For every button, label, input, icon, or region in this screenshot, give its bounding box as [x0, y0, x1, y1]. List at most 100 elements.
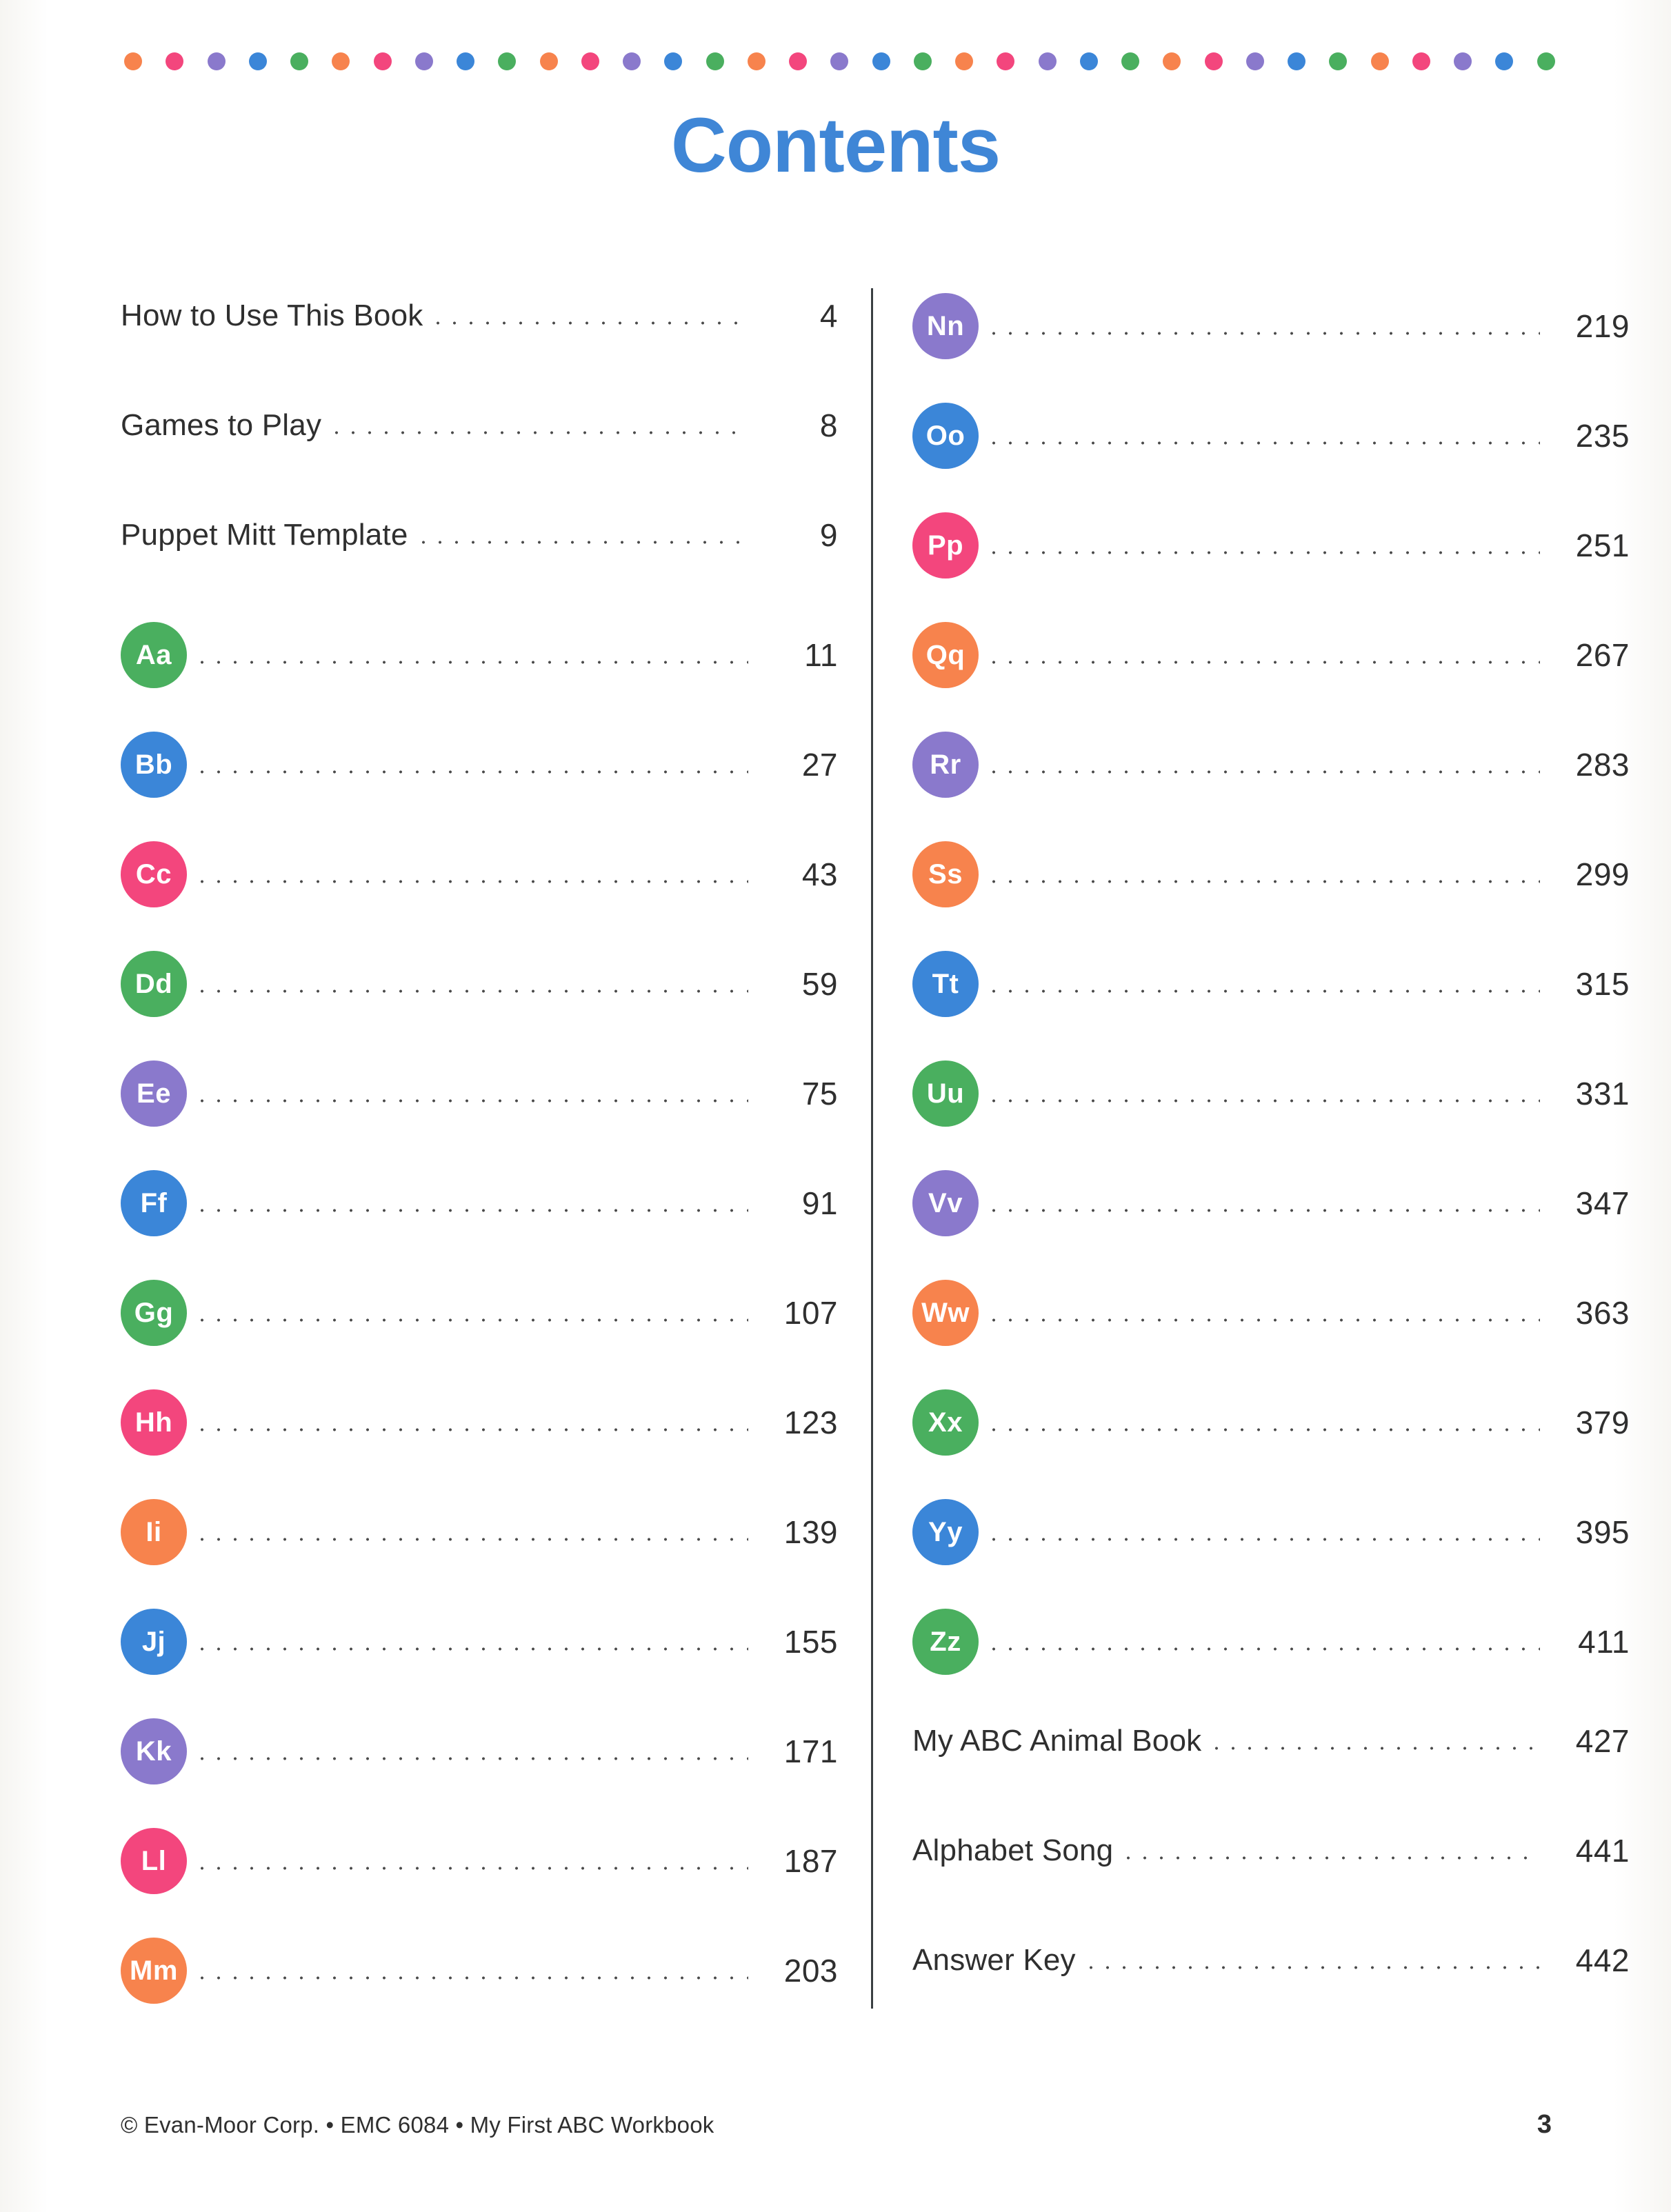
- contents-letter-row[interactable]: Yy 395: [912, 1494, 1630, 1570]
- contents-letter-row[interactable]: Ff 91: [121, 1165, 838, 1241]
- letter-bubble-vv: Vv: [912, 1170, 979, 1236]
- contents-letter-row[interactable]: Ii 139: [121, 1494, 838, 1570]
- decorative-dot: [955, 52, 973, 70]
- contents-letter-row[interactable]: Ll 187: [121, 1823, 838, 1899]
- dot-leader: [194, 1955, 748, 1986]
- contents-left-column: How to Use This Book 4 Games to Play 8 Puppe…: [121, 288, 838, 2042]
- contents-letter-row[interactable]: Nn 219: [912, 288, 1630, 364]
- contents-entry-label: Games to Play: [121, 408, 322, 442]
- decorative-dot: [1038, 52, 1057, 70]
- contents-letter-row[interactable]: Gg 107: [121, 1275, 838, 1351]
- contents-letter-row[interactable]: Xx 379: [912, 1385, 1630, 1460]
- contents-letter-row[interactable]: Dd 59: [121, 946, 838, 1022]
- contents-entry-label: Answer Key: [912, 1943, 1076, 1977]
- contents-letter-row[interactable]: Aa 11: [121, 617, 838, 693]
- contents-letter-row[interactable]: Rr 283: [912, 727, 1630, 803]
- contents-page-number: 411: [1578, 1624, 1630, 1660]
- contents-page-number: 235: [1575, 418, 1630, 454]
- contents-letter-row[interactable]: Ee 75: [121, 1056, 838, 1132]
- contents-entry-row[interactable]: Answer Key 442: [912, 1933, 1630, 1988]
- contents-page-number: 363: [1575, 1295, 1630, 1331]
- dot-leader: [194, 1078, 748, 1109]
- dot-leader: [985, 969, 1540, 999]
- contents-letter-row[interactable]: Bb 27: [121, 727, 838, 803]
- contents-page-number: 315: [1575, 966, 1630, 1002]
- letter-bubble-ff: Ff: [121, 1170, 187, 1236]
- contents-letter-row[interactable]: Ss 299: [912, 836, 1630, 912]
- contents-entry-row[interactable]: Alphabet Song 441: [912, 1823, 1630, 1878]
- dot-leader: [194, 640, 748, 670]
- letter-bubble-rr: Rr: [912, 732, 979, 798]
- contents-letter-row[interactable]: Mm 203: [121, 1933, 838, 2009]
- letter-bubble-ii: Ii: [121, 1499, 187, 1565]
- letter-bubble-jj: Jj: [121, 1609, 187, 1675]
- dot-leader: [194, 859, 748, 889]
- contents-page-number: 267: [1575, 637, 1630, 673]
- dot-leader: [194, 1627, 748, 1657]
- decorative-dot: [1537, 52, 1555, 70]
- page-footer: © Evan-Moor Corp. • EMC 6084 • My First …: [121, 2110, 1552, 2140]
- contents-page-number: 59: [801, 966, 838, 1002]
- contents-columns: How to Use This Book 4 Games to Play 8 Puppe…: [121, 288, 1630, 2033]
- contents-letter-row[interactable]: Cc 43: [121, 836, 838, 912]
- letter-bubble-ll: Ll: [121, 1828, 187, 1894]
- contents-letter-row[interactable]: Pp 251: [912, 507, 1630, 583]
- contents-letter-row[interactable]: Kk 171: [121, 1713, 838, 1789]
- contents-entry-row[interactable]: How to Use This Book 4: [121, 288, 838, 343]
- contents-entry-row[interactable]: Puppet Mitt Template 9: [121, 507, 838, 563]
- decorative-dot: [1163, 52, 1181, 70]
- contents-page-number: 299: [1575, 856, 1630, 892]
- letter-bubble-bb: Bb: [121, 732, 187, 798]
- decorative-dot: [747, 52, 766, 70]
- letter-bubble-gg: Gg: [121, 1280, 187, 1346]
- contents-letter-row[interactable]: Hh 123: [121, 1385, 838, 1460]
- decorative-dot: [581, 52, 599, 70]
- contents-letter-row[interactable]: Jj 155: [121, 1604, 838, 1680]
- contents-page-number: 442: [1575, 1942, 1630, 1978]
- decorative-dot: [332, 52, 350, 70]
- dot-leader: [414, 520, 748, 550]
- contents-page-number: 427: [1575, 1723, 1630, 1759]
- decorative-dot: [166, 52, 184, 70]
- contents-page-number: 251: [1575, 527, 1630, 563]
- contents-letter-row[interactable]: Qq 267: [912, 617, 1630, 693]
- letter-bubble-mm: Mm: [121, 1938, 187, 2004]
- dot-leader: [985, 640, 1540, 670]
- letter-bubble-qq: Qq: [912, 622, 979, 688]
- dot-leader: [1120, 1836, 1540, 1866]
- contents-page-number: 187: [783, 1843, 838, 1879]
- contents-letter-row[interactable]: Vv 347: [912, 1165, 1630, 1241]
- contents-letter-row[interactable]: Zz 411: [912, 1604, 1630, 1680]
- letter-bubble-yy: Yy: [912, 1499, 979, 1565]
- dot-leader: [985, 421, 1540, 451]
- contents-page-number: 155: [783, 1624, 838, 1660]
- decorative-dot: [1329, 52, 1348, 70]
- decorative-dot: [124, 52, 142, 70]
- decorative-dot: [1121, 52, 1139, 70]
- dot-leader: [985, 1627, 1540, 1657]
- letter-bubble-ss: Ss: [912, 841, 979, 907]
- letter-bubble-kk: Kk: [121, 1718, 187, 1784]
- letter-bubble-ee: Ee: [121, 1060, 187, 1127]
- contents-letter-row[interactable]: Oo 235: [912, 398, 1630, 474]
- dot-leader: [194, 1517, 748, 1547]
- letter-bubble-hh: Hh: [121, 1389, 187, 1456]
- dot-leader: [985, 311, 1540, 341]
- contents-letter-row[interactable]: Tt 315: [912, 946, 1630, 1022]
- contents-page-number: 139: [783, 1514, 838, 1550]
- contents-page-number: 171: [783, 1733, 838, 1769]
- contents-entry-label: Puppet Mitt Template: [121, 518, 408, 552]
- contents-entry-label: Alphabet Song: [912, 1833, 1114, 1867]
- contents-letter-row[interactable]: Uu 331: [912, 1056, 1630, 1132]
- decorative-dot: [830, 52, 849, 70]
- contents-page-number: 379: [1575, 1405, 1630, 1440]
- decorative-dot: [1370, 52, 1389, 70]
- dot-leader: [194, 750, 748, 780]
- decorative-dot: [997, 52, 1015, 70]
- contents-entry-row[interactable]: My ABC Animal Book 427: [912, 1713, 1630, 1769]
- contents-letter-row[interactable]: Ww 363: [912, 1275, 1630, 1351]
- dot-leader: [194, 1407, 748, 1438]
- page-surface: Contents How to Use This Book 4 Games to P…: [0, 0, 1671, 2212]
- decorative-dot: [913, 52, 932, 70]
- contents-entry-row[interactable]: Games to Play 8: [121, 398, 838, 453]
